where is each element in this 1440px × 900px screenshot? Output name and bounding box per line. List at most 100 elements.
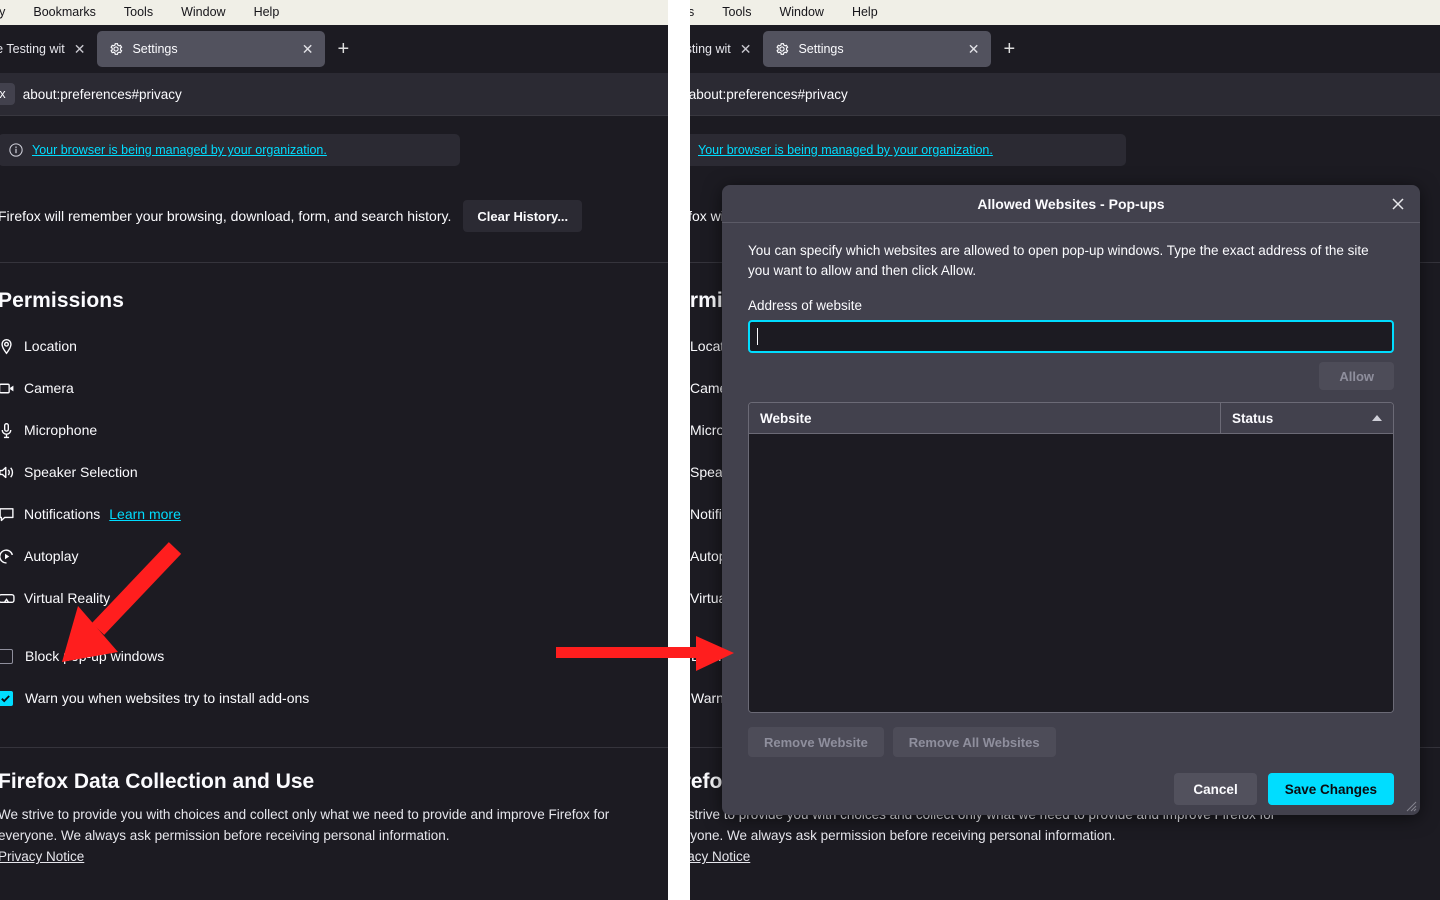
microphone-icon <box>1 422 12 438</box>
navigation-bar-right: fox about:preferences#privacy <box>690 73 1440 115</box>
new-tab-button[interactable]: + <box>325 39 361 59</box>
menu-item-help[interactable]: Help <box>240 0 294 25</box>
permission-label: Speaker Selection <box>24 464 138 480</box>
gear-icon <box>776 43 789 55</box>
firefox-window-left: ory Bookmarks Tools Window Help re Testi… <box>0 0 668 900</box>
tab-background[interactable]: re Testing wit ✕ <box>690 31 763 67</box>
column-header-status-label: Status <box>1232 410 1274 426</box>
allowed-websites-dialog: Allowed Websites - Pop-ups You can speci… <box>722 185 1420 815</box>
tab-settings-label: Settings <box>798 42 844 56</box>
permission-label: Notifications <box>24 506 101 522</box>
sort-ascending-icon <box>1372 415 1382 421</box>
tab-background[interactable]: re Testing wit ✕ <box>0 31 97 67</box>
permission-row-autoplay: Autoplay Settings... <box>0 535 668 577</box>
permission-row-microphone: Microphone Settings... <box>0 409 668 451</box>
permission-label: Autoplay <box>24 548 79 564</box>
navigation-bar-left: fox about:preferences#privacy <box>0 73 668 115</box>
resize-grip-icon[interactable] <box>1403 798 1417 812</box>
menu-item-tools[interactable]: Tools <box>708 0 765 25</box>
address-input[interactable] <box>748 320 1394 353</box>
dialog-title-bar: Allowed Websites - Pop-ups <box>722 185 1420 223</box>
permission-row-notifications: Notifications Learn more Settings... <box>0 493 668 535</box>
tab-settings[interactable]: Settings ✕ <box>97 31 326 67</box>
menu-bar-left: ory Bookmarks Tools Window Help <box>0 0 668 25</box>
checkmark-icon <box>1 694 10 702</box>
identity-pill[interactable]: fox <box>0 83 15 105</box>
screenshot-stage: ory Bookmarks Tools Window Help re Testi… <box>0 0 1440 900</box>
tab-background-label: re Testing wit <box>0 42 65 56</box>
menu-item-help[interactable]: Help <box>838 0 892 25</box>
menu-bar-right: kmarks Tools Window Help <box>690 0 1440 25</box>
data-collection-paragraph: We strive to provide you with choices an… <box>0 807 610 843</box>
checkbox-row-block-popups[interactable]: Block pop-up windows Exceptions... <box>0 635 668 677</box>
managed-notice: Your browser is being managed by your or… <box>0 134 460 166</box>
column-header-status[interactable]: Status <box>1220 403 1393 433</box>
camera-icon <box>0 383 14 393</box>
history-description: Firefox will remember your browsing, dow… <box>0 208 452 224</box>
close-icon[interactable] <box>1388 194 1408 214</box>
warn-addons-label: Warn you when websites try to install ad… <box>25 690 310 706</box>
address-bar[interactable]: about:preferences#privacy <box>690 87 848 102</box>
permission-row-camera: Camera Settings... <box>0 367 668 409</box>
permission-row-virtual-reality: Virtual Reality Settings... <box>0 577 668 619</box>
dialog-title: Allowed Websites - Pop-ups <box>977 195 1165 212</box>
permission-row-location: Location Settings... <box>0 325 668 367</box>
managed-notice: Your browser is being managed by your or… <box>690 134 1126 166</box>
checkbox-row-warn-addons[interactable]: Warn you when websites try to install ad… <box>0 677 668 719</box>
menu-item-bookmarks[interactable]: Bookmarks <box>19 0 110 25</box>
permission-label: Location <box>24 338 77 354</box>
menu-item-bookmarks[interactable]: kmarks <box>690 0 708 25</box>
close-icon[interactable]: ✕ <box>74 42 86 56</box>
privacy-notice-link[interactable]: Privacy Notice <box>690 849 750 864</box>
info-icon <box>9 143 23 157</box>
new-tab-button[interactable]: + <box>991 39 1027 59</box>
close-icon[interactable]: ✕ <box>740 42 752 56</box>
speaker-icon <box>0 466 14 478</box>
cancel-button[interactable]: Cancel <box>1174 773 1257 805</box>
menu-item-window[interactable]: Window <box>765 0 837 25</box>
close-icon[interactable]: ✕ <box>968 42 980 56</box>
divider <box>0 262 668 263</box>
privacy-notice-link[interactable]: Privacy Notice <box>0 849 84 864</box>
address-bar[interactable]: about:preferences#privacy <box>23 87 182 102</box>
permission-label: Camera <box>24 380 74 396</box>
menu-item-tools[interactable]: Tools <box>110 0 167 25</box>
notifications-learn-more-link[interactable]: Learn more <box>109 506 181 522</box>
table-body-empty[interactable] <box>749 434 1393 712</box>
settings-content-left: Your browser is being managed by your or… <box>0 116 668 900</box>
tab-settings[interactable]: Settings ✕ <box>763 31 992 67</box>
vr-headset-icon <box>0 593 15 603</box>
tab-background-label: re Testing wit <box>690 42 731 56</box>
tab-settings-label: Settings <box>132 42 178 56</box>
remove-website-button[interactable]: Remove Website <box>748 727 884 757</box>
warn-addons-checkbox[interactable] <box>0 690 13 706</box>
clear-history-button[interactable]: Clear History... <box>463 200 583 232</box>
location-pin-icon <box>1 338 12 354</box>
save-changes-button[interactable]: Save Changes <box>1267 773 1394 805</box>
data-collection-heading: Firefox Data Collection and Use <box>0 770 315 793</box>
divider <box>0 747 668 748</box>
gear-icon <box>110 43 123 55</box>
history-row: Firefox will remember your browsing, dow… <box>0 200 668 232</box>
address-field-label: Address of website <box>748 298 863 313</box>
menu-item-history[interactable]: ory <box>0 0 19 25</box>
menu-item-window[interactable]: Window <box>167 0 239 25</box>
managed-notice-link[interactable]: Your browser is being managed by your or… <box>32 143 327 157</box>
permission-row-speaker: Speaker Selection Settings... <box>0 451 668 493</box>
tab-strip-left: re Testing wit ✕ Settings ✕ + <box>0 25 668 73</box>
text-caret <box>757 328 758 345</box>
permissions-heading: Permissions <box>0 289 124 312</box>
remove-all-websites-button[interactable]: Remove All Websites <box>892 727 1056 757</box>
allow-button[interactable]: Allow <box>1319 362 1394 390</box>
permission-label: Virtual Reality <box>24 590 111 606</box>
permission-label: Microphone <box>24 422 98 438</box>
column-header-website[interactable]: Website <box>749 403 1220 433</box>
notification-icon <box>0 507 14 521</box>
autoplay-icon <box>0 548 14 564</box>
tab-strip-right: re Testing wit ✕ Settings ✕ + <box>690 25 1440 73</box>
allowed-websites-table: Website Status <box>748 402 1394 713</box>
close-icon[interactable]: ✕ <box>302 42 314 56</box>
managed-notice-link[interactable]: Your browser is being managed by your or… <box>698 143 993 157</box>
block-popups-checkbox[interactable] <box>0 648 13 664</box>
dialog-description: You can specify which websites are allow… <box>748 243 1369 278</box>
